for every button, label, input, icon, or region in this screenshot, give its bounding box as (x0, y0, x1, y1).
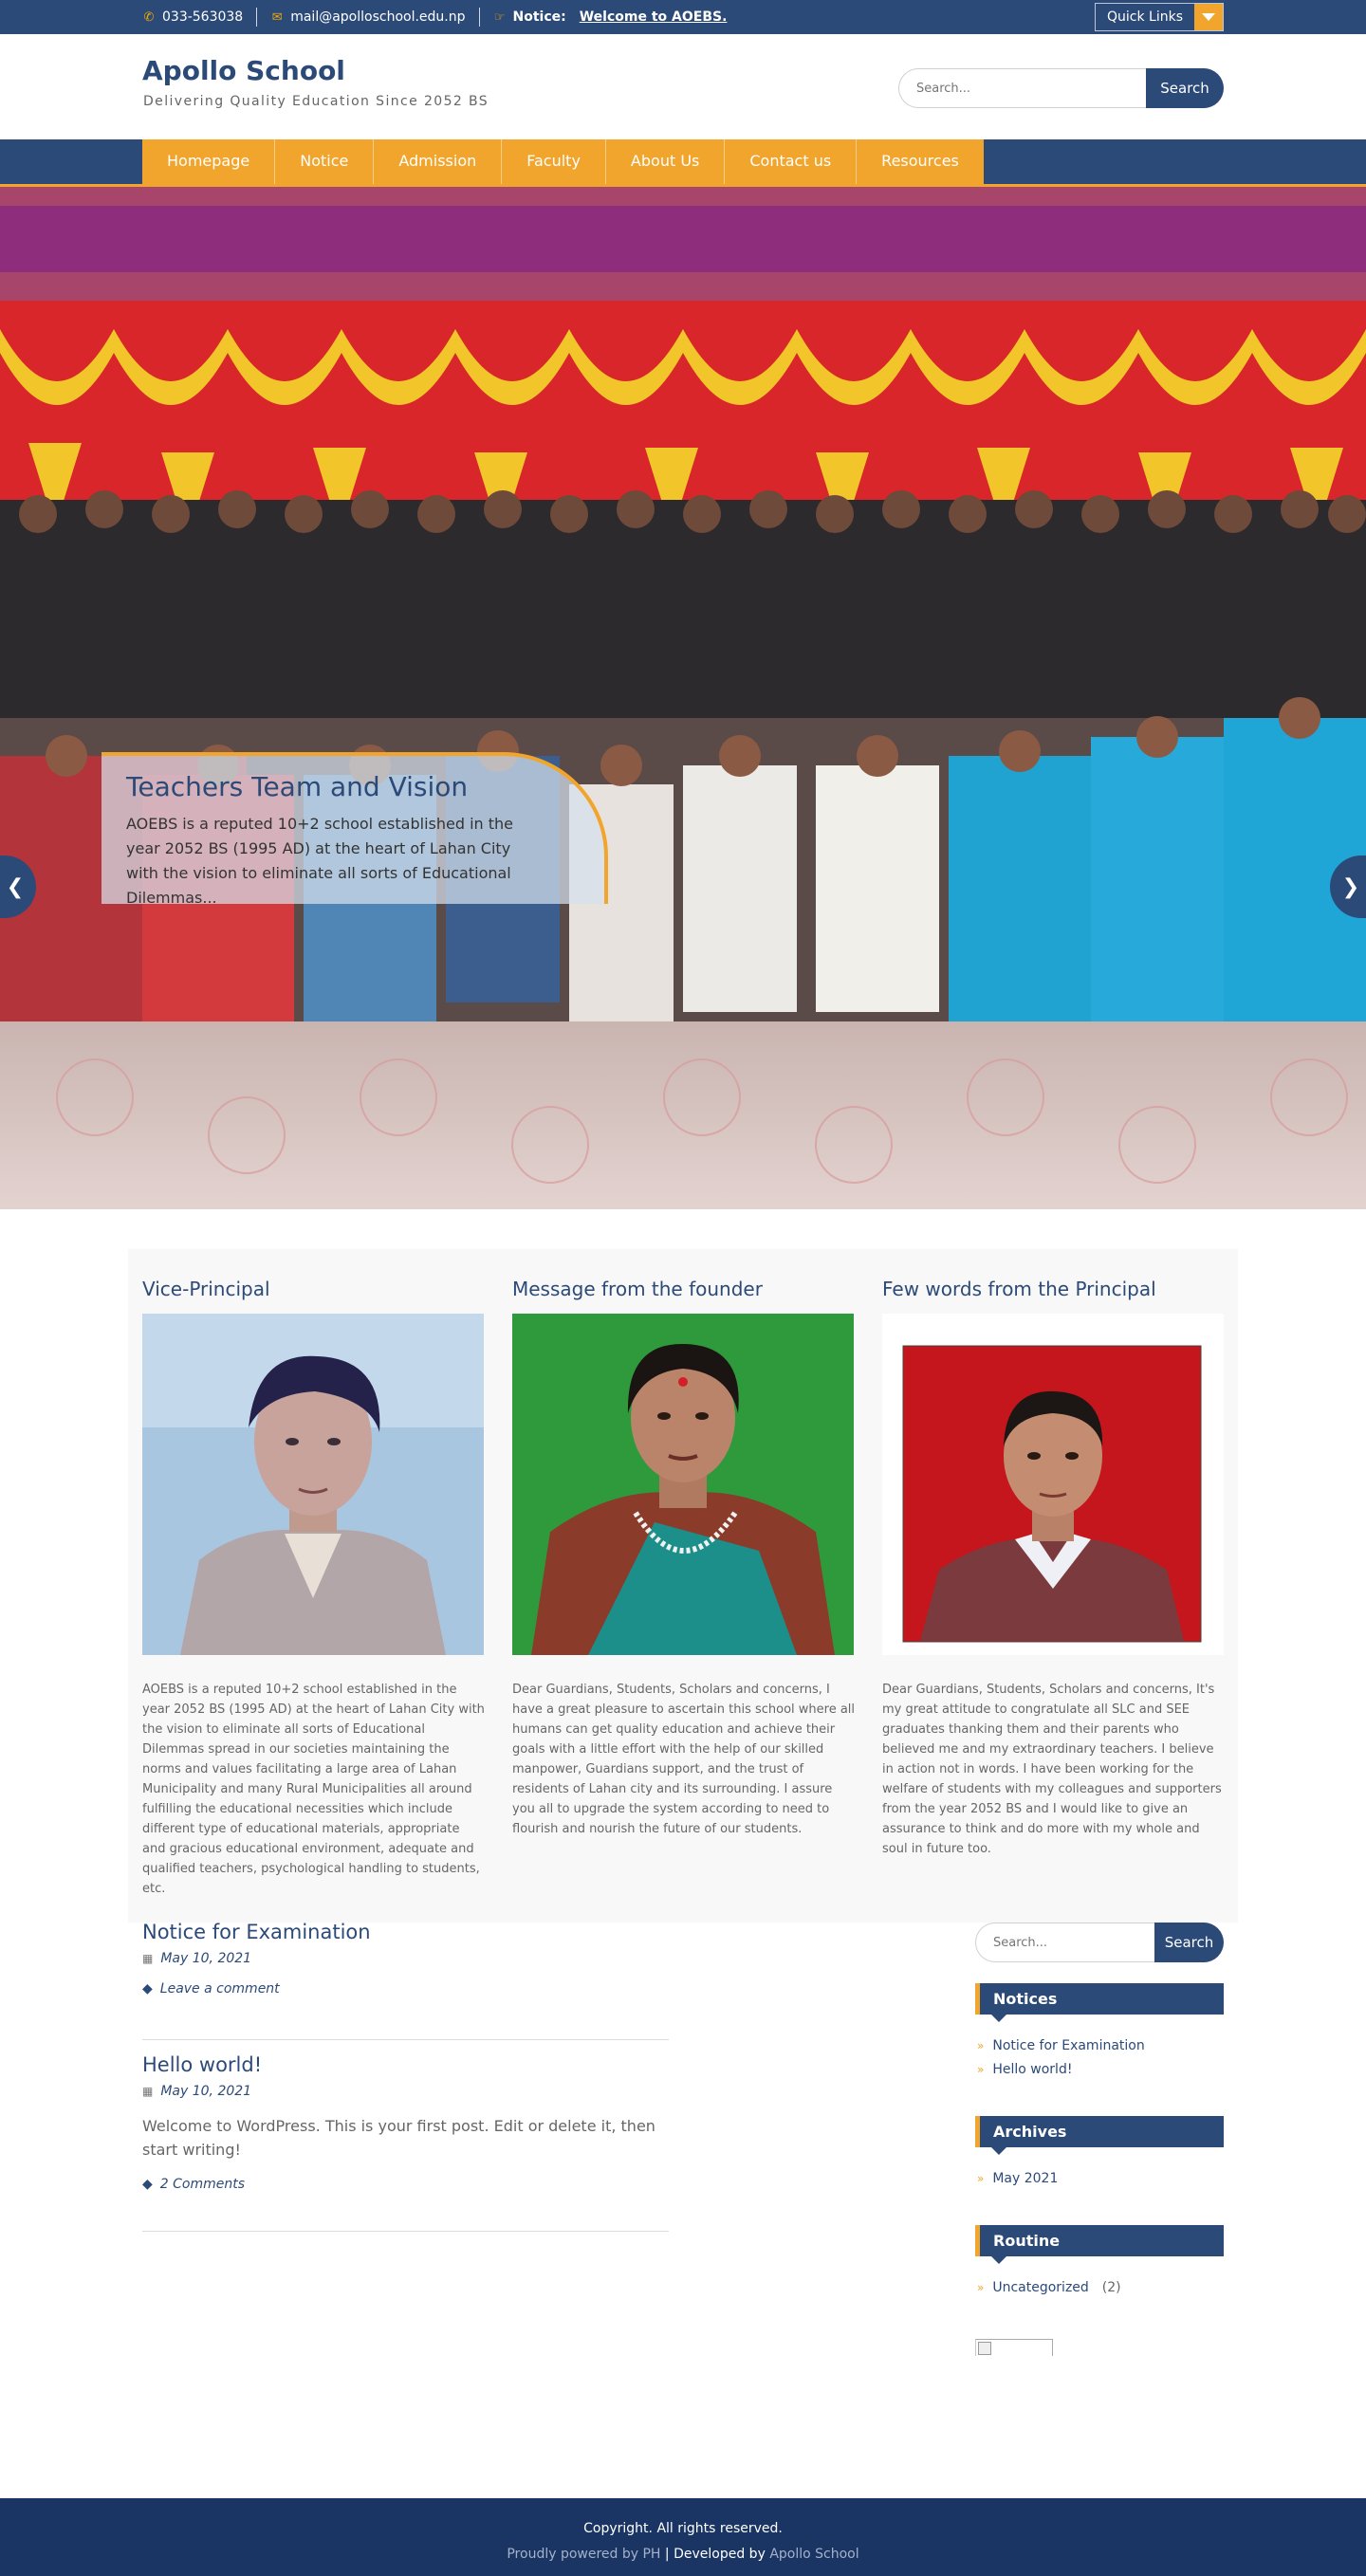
site-tagline: Delivering Quality Education Since 2052 … (143, 94, 489, 109)
founder-title[interactable]: Message from the founder (512, 1278, 763, 1300)
double-chevron-right-icon: » (977, 2281, 985, 2294)
quick-links-label[interactable]: Quick Links (1095, 4, 1194, 30)
nav-item-admission[interactable]: Admission (374, 139, 503, 184)
vice-principal-photo (142, 1314, 484, 1655)
vice-principal-title[interactable]: Vice-Principal (142, 1278, 270, 1300)
nav-item-faculty[interactable]: Faculty (502, 139, 606, 184)
principal-title[interactable]: Few words from the Principal (882, 1278, 1156, 1300)
vice-principal-text: AOEBS is a reputed 10+2 school establish… (142, 1683, 485, 1896)
chevron-right-icon: ❯ (1341, 874, 1360, 899)
hero-slider: Teachers Team and Vision AOEBS is a repu… (0, 187, 1366, 1209)
category-count: (2) (1101, 2280, 1121, 2295)
nav-menu: Homepage Notice Admission Faculty About … (142, 139, 984, 184)
list-item[interactable]: » Hello world! (977, 2058, 1145, 2082)
hand-pointer-icon: ☞ (493, 9, 506, 25)
calendar-icon: ▦ (142, 2085, 154, 2098)
post-meta: ▦ May 10, 2021 (142, 2084, 669, 2099)
double-chevron-right-icon: » (977, 2063, 985, 2076)
chevron-down-icon[interactable] (1194, 4, 1223, 30)
powered-by-link[interactable]: Proudly powered by PH (507, 2547, 660, 2562)
nav-item-contact-us[interactable]: Contact us (725, 139, 858, 184)
topbar-divider (478, 8, 480, 27)
post-hello-world: Hello world! ▦ May 10, 2021 Welcome to W… (142, 2053, 669, 2232)
quick-links-dropdown[interactable]: Quick Links (1094, 3, 1224, 31)
post-meta: ▦ May 10, 2021 (142, 1951, 669, 1966)
developed-by-label: Developed by (674, 2547, 770, 2562)
copyright-text: Copyright. All rights reserved. (583, 2521, 783, 2536)
top-bar: ✆ 033-563038 ✉ mail@apolloschool.edu.np … (0, 0, 1366, 34)
slide-text: AOEBS is a reputed 10+2 school establish… (126, 815, 513, 907)
founder-photo (512, 1314, 854, 1655)
archive-link[interactable]: May 2021 (992, 2167, 1058, 2191)
site-title[interactable]: Apollo School (142, 55, 345, 86)
notices-list: » Notice for Examination » Hello world! (977, 2034, 1145, 2082)
list-item[interactable]: » Notice for Examination (977, 2034, 1145, 2058)
main-navigation: Homepage Notice Admission Faculty About … (0, 139, 1366, 184)
archives-widget-title: Archives (975, 2116, 1224, 2155)
slide-title[interactable]: Teachers Team and Vision (126, 771, 547, 802)
double-chevron-right-icon: » (977, 2039, 985, 2052)
developer-link[interactable]: Apollo School (769, 2547, 858, 2562)
post-notice-for-examination: Notice for Examination ▦ May 10, 2021 ◆ … (142, 1921, 669, 2040)
header-search-button[interactable]: Search (1146, 68, 1224, 108)
archives-list: » May 2021 (977, 2167, 1058, 2191)
email-info[interactable]: ✉ mail@apolloschool.edu.np (270, 8, 466, 27)
email-text[interactable]: mail@apolloschool.edu.np (290, 9, 465, 25)
calendar-icon: ▦ (142, 1952, 154, 1965)
post-title[interactable]: Notice for Examination (142, 1921, 669, 1943)
principal-photo (882, 1314, 1224, 1655)
notice-link[interactable]: Notice for Examination (992, 2034, 1144, 2058)
comments-link[interactable]: Leave a comment (160, 1981, 280, 1996)
featured-messages-section: Vice-Principal AOEBS is a reputed 10+2 s… (128, 1249, 1238, 1923)
post-comments: ◆ 2 Comments (142, 2177, 669, 2192)
phone-text: 033-563038 (162, 9, 244, 25)
phone-icon: ✆ (143, 9, 155, 25)
list-item[interactable]: » May 2021 (977, 2167, 1058, 2191)
comments-icon: ◆ (142, 2177, 153, 2192)
notice-info: ☞ Notice: (493, 8, 566, 27)
post-excerpt: Welcome to WordPress. This is your first… (142, 2117, 655, 2159)
header-search-form: Search (898, 68, 1224, 108)
post-comments: ◆ Leave a comment (142, 1981, 669, 1996)
chevron-left-icon: ❮ (6, 874, 25, 899)
founder-text: Dear Guardians, Students, Scholars and c… (512, 1683, 856, 1836)
group-photo-image (0, 187, 1366, 1209)
post-date[interactable]: May 10, 2021 (160, 2084, 251, 2099)
nav-item-notice[interactable]: Notice (275, 139, 375, 184)
routine-widget-title: Routine (975, 2225, 1224, 2264)
notice-ticker-link[interactable]: Welcome to AOEBS. (580, 9, 728, 25)
post-title[interactable]: Hello world! (142, 2053, 669, 2076)
site-footer: Copyright. All rights reserved. Proudly … (0, 2498, 1366, 2576)
nav-item-homepage[interactable]: Homepage (142, 139, 276, 184)
comments-link[interactable]: 2 Comments (160, 2177, 245, 2192)
post-date[interactable]: May 10, 2021 (160, 1951, 251, 1966)
phone-info: ✆ 033-563038 (142, 8, 244, 27)
comments-icon: ◆ (142, 1981, 153, 1996)
sidebar-search-button[interactable]: Search (1154, 1923, 1224, 1962)
principal-text: Dear Guardians, Students, Scholars and c… (882, 1683, 1222, 1856)
envelope-icon: ✉ (271, 9, 283, 25)
topbar-divider (256, 8, 258, 27)
footer-credits: Proudly powered by PH | Developed by Apo… (0, 2547, 1366, 2562)
slide-caption: Teachers Team and Vision AOEBS is a repu… (102, 752, 608, 907)
list-item[interactable]: » Uncategorized (2) (977, 2276, 1121, 2300)
sidebar-search-form: Search (975, 1923, 1224, 1962)
nav-item-resources[interactable]: Resources (857, 139, 984, 184)
broken-image (975, 2339, 1053, 2356)
nav-item-about-us[interactable]: About Us (606, 139, 726, 184)
credits-separator: | (660, 2547, 674, 2562)
notice-label: Notice: (512, 9, 566, 25)
double-chevron-right-icon: » (977, 2172, 985, 2185)
sidebar-search-input[interactable] (975, 1923, 1154, 1962)
category-link[interactable]: Uncategorized (992, 2276, 1088, 2300)
notices-widget-title: Notices (975, 1983, 1224, 2022)
header-search-input[interactable] (898, 68, 1146, 108)
routine-list: » Uncategorized (2) (977, 2276, 1121, 2300)
notice-link[interactable]: Hello world! (992, 2058, 1072, 2082)
